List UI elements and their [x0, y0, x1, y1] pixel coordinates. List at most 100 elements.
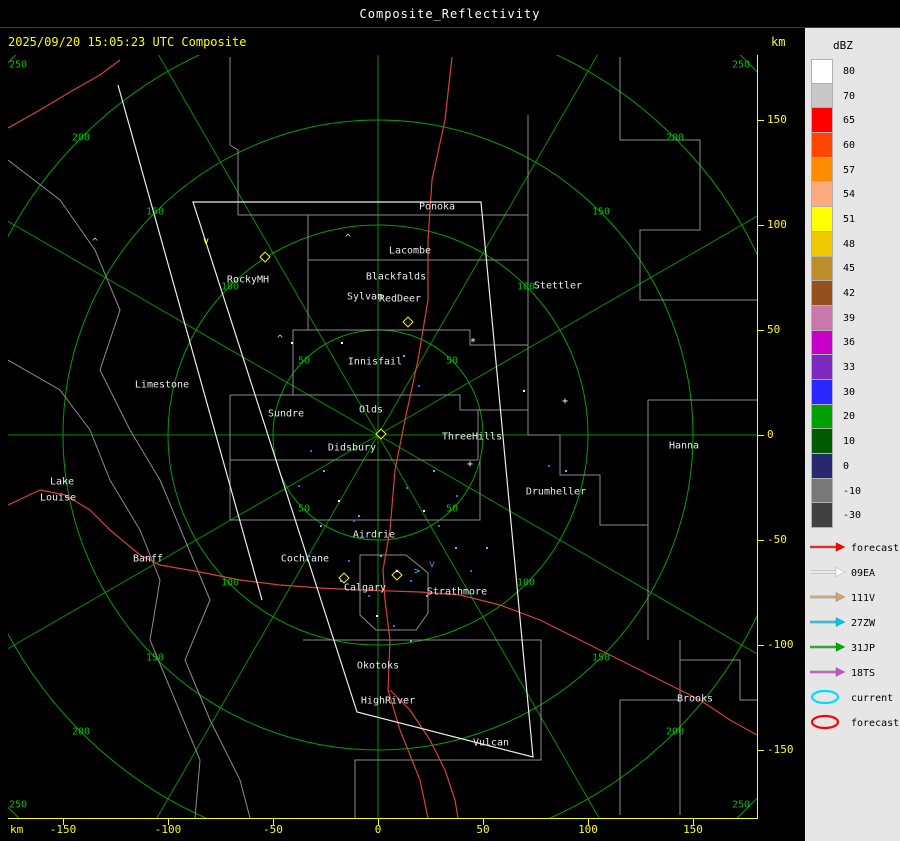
- colorbar-value-label: 10: [843, 436, 856, 448]
- map-marker: *: [469, 337, 477, 348]
- x-axis-tick-label: -100: [154, 823, 182, 836]
- city-label-hanna: Hanna: [668, 440, 700, 452]
- ring-distance-label: 100: [220, 281, 240, 293]
- echo-dot: [396, 570, 398, 572]
- echo-dot: [310, 450, 312, 452]
- colorbar-row: 33: [811, 355, 900, 380]
- ring-distance-label: 200: [665, 726, 685, 738]
- x-axis-tick-label: -50: [263, 823, 283, 836]
- legend-ellipse-forecast: forecast: [808, 711, 900, 736]
- x-axis-tick-label: 0: [374, 823, 382, 836]
- city-label-vulcan: Vulcan: [472, 737, 510, 749]
- colorbar-swatch: [811, 379, 833, 405]
- city-label-blackfalds: Blackfalds: [365, 271, 427, 283]
- echo-dot: [323, 470, 325, 472]
- x-axis-tick-label: -150: [49, 823, 77, 836]
- colorbar-swatch: [811, 404, 833, 430]
- echo-dot: [565, 470, 567, 472]
- city-label-lake: Lake: [49, 476, 75, 488]
- y-axis-tick-label: 100: [767, 218, 787, 231]
- storm-ellipse-icon: [808, 713, 848, 735]
- city-label-sundre: Sundre: [267, 408, 305, 420]
- colorbar-row: 39: [811, 305, 900, 331]
- track-arrow-icon: [808, 564, 848, 584]
- echo-dot: [423, 510, 425, 512]
- city-label-calgary: Calgary: [343, 582, 387, 594]
- city-label-olds: Olds: [358, 404, 384, 416]
- echo-dot: [320, 525, 322, 527]
- radar-map-canvas[interactable]: Ponoka Lacombe Blackfalds RedDeer Sylvan Stet…: [8, 55, 757, 818]
- colorbar-swatch: [811, 157, 833, 183]
- legend-label: 09EA: [851, 568, 876, 580]
- track-arrow-icon: [808, 614, 848, 634]
- echo-dot: [438, 525, 440, 527]
- city-label-brooks: Brooks: [676, 693, 714, 705]
- ring-distance-label: 50: [297, 503, 311, 515]
- colorbar-row: 48: [811, 231, 900, 257]
- ring-distance-label: 250: [731, 799, 751, 811]
- colorbar-swatch: [811, 256, 833, 282]
- colorbar-value-label: 42: [843, 288, 856, 300]
- legend-items: forecast 09EA 111V 27ZW 31JP 18TS current forec…: [808, 536, 900, 736]
- legend-arrow-18ts: 18TS: [808, 661, 900, 686]
- ring-distance-label: 100: [516, 281, 536, 293]
- colorbar-swatch: [811, 231, 833, 257]
- echo-dot: [353, 520, 355, 522]
- echo-dot: [486, 547, 488, 549]
- ring-distance-label: 250: [8, 799, 28, 811]
- colorbar-value-label: 0: [843, 460, 850, 472]
- colorbar-row: 70: [811, 83, 900, 109]
- echo-dot: [455, 547, 457, 549]
- echo-dot: [376, 615, 378, 617]
- colorbar-value-label: 33: [843, 362, 856, 374]
- map-marker: ^: [344, 233, 352, 244]
- colorbar-row: 42: [811, 281, 900, 306]
- colorbar-value-label: 45: [843, 263, 856, 275]
- ring-distance-label: 150: [145, 206, 165, 218]
- city-label-airdrie: Airdrie: [352, 529, 396, 541]
- echo-dot: [358, 515, 360, 517]
- track-arrow-icon: [808, 539, 848, 559]
- colorbar-row: 20: [811, 404, 900, 430]
- echo-dot: [340, 580, 342, 582]
- y-axis-tick: [758, 540, 764, 541]
- ring-distance-label: 100: [220, 577, 240, 589]
- colorbar-value-label: 48: [843, 238, 856, 250]
- city-label-highriver: HighRiver: [360, 695, 416, 707]
- timestamp-label: 2025/09/20 15:05:23 UTC Composite: [8, 35, 247, 49]
- colorbar-swatch: [811, 133, 833, 158]
- colorbar-row: 45: [811, 256, 900, 282]
- colorbar-swatch: [811, 355, 833, 380]
- city-label-lacombe: Lacombe: [388, 245, 432, 257]
- radar-site-marker: [402, 316, 414, 328]
- colorbar-swatch: [811, 454, 833, 479]
- map-overlays: Ponoka Lacombe Blackfalds RedDeer Sylvan Stet…: [8, 55, 757, 818]
- y-axis-tick-label: -100: [767, 638, 794, 651]
- colorbar-swatch: [811, 330, 833, 356]
- legend-label: current: [851, 693, 894, 705]
- x-axis-tick-label: 100: [578, 823, 598, 836]
- city-label-ponoka: Ponoka: [418, 201, 456, 213]
- echo-dot: [523, 390, 525, 392]
- map-marker: >: [413, 566, 421, 577]
- colorbar-row: -10: [811, 478, 900, 504]
- legend-arrow-forecast: forecast: [808, 536, 900, 561]
- colorbar-row: 0: [811, 454, 900, 479]
- colorbar-title: dBZ: [833, 39, 853, 52]
- colorbar-row: 57: [811, 157, 900, 183]
- colorbar-swatch: [811, 59, 833, 84]
- echo-dot: [410, 580, 412, 582]
- track-arrow-icon: [808, 589, 848, 609]
- colorbar-swatch: [811, 108, 833, 134]
- y-axis-tick: [758, 120, 764, 121]
- y-axis-tick-label: -50: [767, 533, 787, 546]
- echo-dot: [548, 465, 550, 467]
- legend-label: 111V: [851, 593, 876, 605]
- colorbar-value-label: 39: [843, 312, 856, 324]
- storm-ellipse-icon: [808, 688, 848, 710]
- colorbar-row: 65: [811, 108, 900, 134]
- ring-distance-label: 50: [297, 355, 311, 367]
- y-axis-tick-label: 150: [767, 113, 787, 126]
- city-label-strathmore: Strathmore: [426, 586, 488, 598]
- echo-dot: [418, 385, 420, 387]
